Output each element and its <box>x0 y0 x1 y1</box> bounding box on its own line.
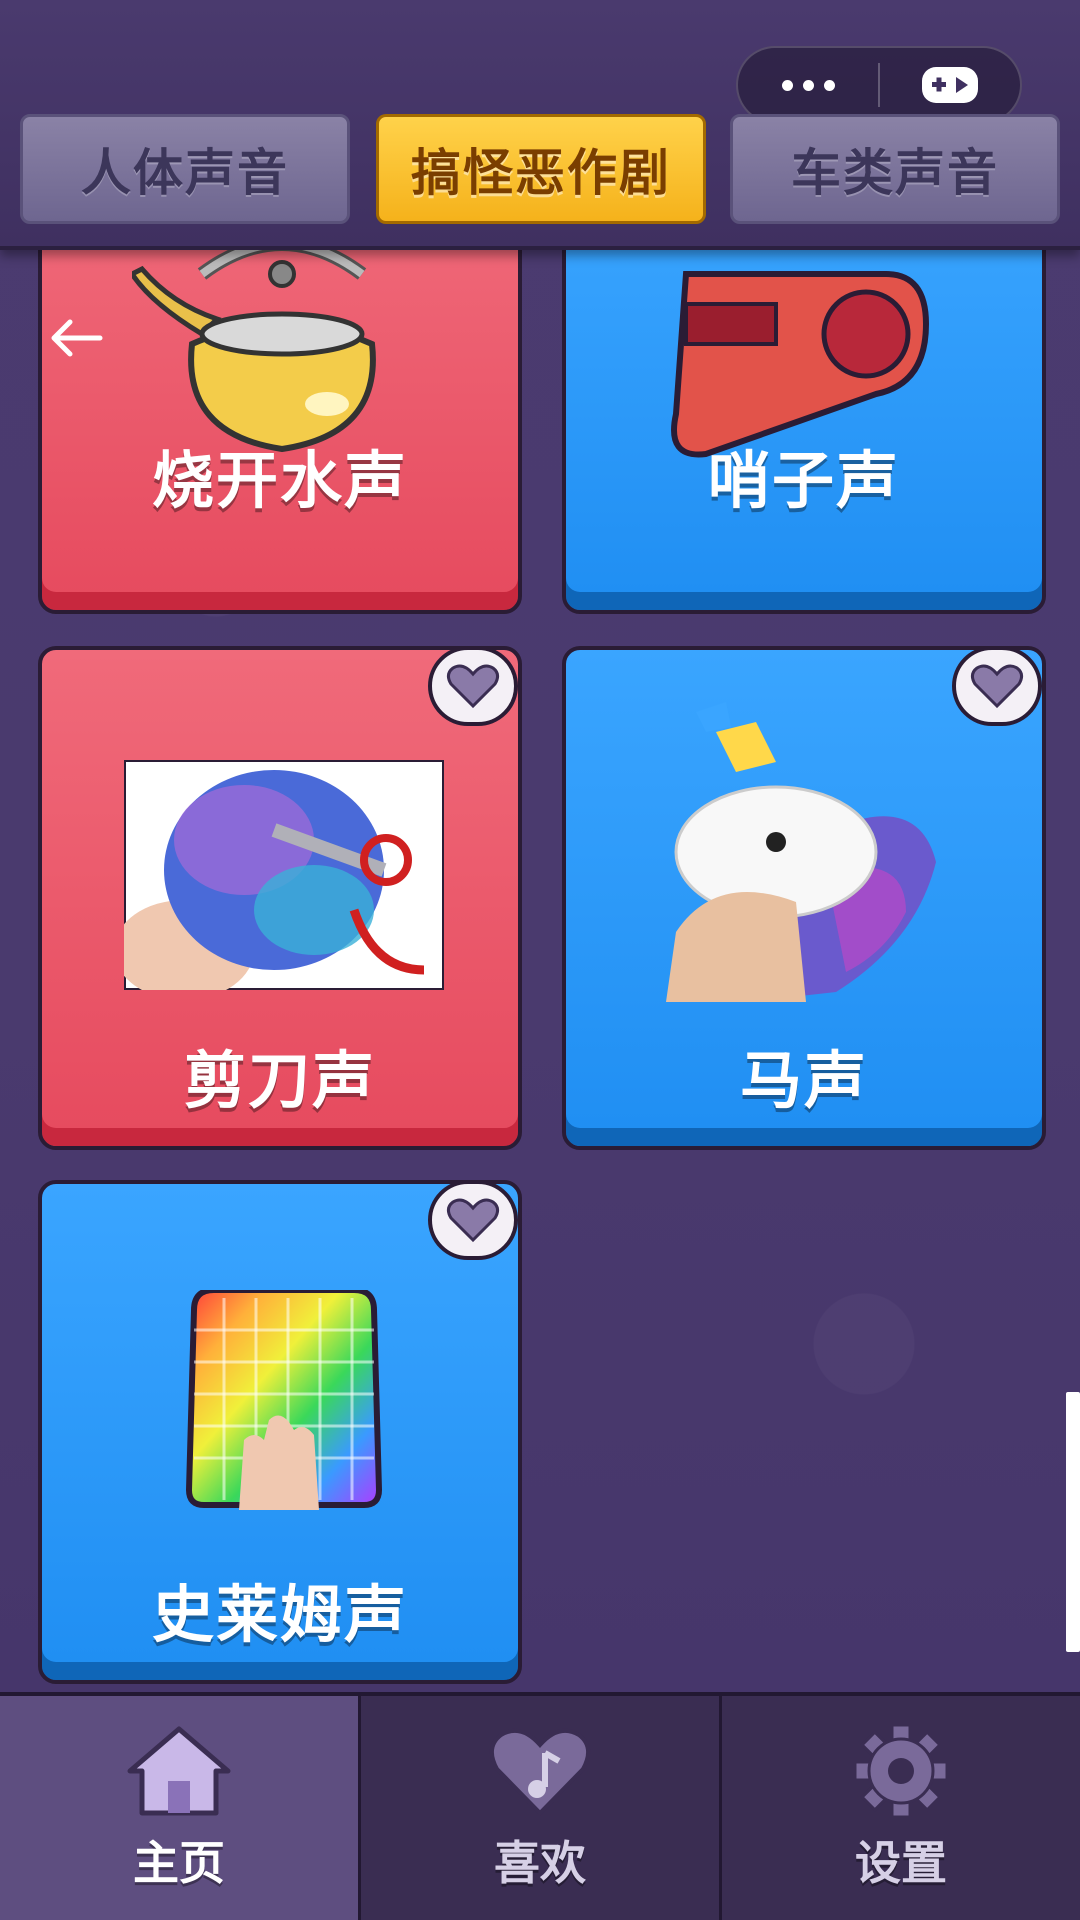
sound-card-slime[interactable]: 史莱姆声 <box>38 1180 522 1684</box>
card-label: 烧开水声 <box>151 444 408 517</box>
nav-label: 主页 <box>133 1836 225 1890</box>
sound-card-horse[interactable]: 马声 <box>562 646 1046 1150</box>
favorite-button[interactable] <box>428 1184 518 1260</box>
nav-label: 喜欢 <box>494 1836 586 1890</box>
rainbow-slime-icon <box>185 1290 383 1510</box>
nav-settings[interactable]: 设置 <box>722 1696 1080 1920</box>
home-icon <box>127 1726 231 1816</box>
back-arrow-icon[interactable] <box>48 318 104 358</box>
scrollbar-thumb[interactable] <box>1066 1392 1080 1652</box>
category-tabs: 人体声音 搞怪恶作剧 车类声音 <box>20 114 1060 226</box>
heart-icon <box>446 664 500 709</box>
nav-label: 设置 <box>855 1836 947 1890</box>
more-dots-icon <box>781 79 835 91</box>
favorite-button[interactable] <box>428 650 518 726</box>
nav-favorites[interactable]: 喜欢 <box>361 1696 722 1920</box>
sound-card-scissors[interactable]: 剪刀声 <box>38 646 522 1150</box>
heart-music-icon <box>489 1728 591 1816</box>
mini-program-capsule <box>736 46 1022 124</box>
card-label: 哨子声 <box>707 444 900 517</box>
tab-pranks[interactable]: 搞怪恶作剧 <box>376 114 706 224</box>
gamepad-icon <box>921 67 978 103</box>
nav-home[interactable]: 主页 <box>0 1696 361 1920</box>
heart-icon <box>970 664 1024 709</box>
card-label: 马声 <box>739 1044 868 1117</box>
more-button[interactable] <box>738 48 878 122</box>
tab-human-sounds[interactable]: 人体声音 <box>20 114 350 224</box>
unicorn-squishy-icon <box>666 702 936 1002</box>
bottom-nav: 主页 喜欢 设置 <box>0 1692 1080 1920</box>
favorite-button[interactable] <box>952 650 1042 726</box>
top-header: 人体声音 搞怪恶作剧 车类声音 <box>0 0 1080 250</box>
card-label: 剪刀声 <box>183 1044 376 1117</box>
heart-icon <box>446 1198 500 1243</box>
sound-card-whistle[interactable]: 哨子声 <box>562 190 1046 614</box>
game-button[interactable] <box>880 48 1020 122</box>
scissors-icon <box>124 760 444 990</box>
sound-card-kettle[interactable]: 烧开水声 <box>38 190 522 614</box>
card-label: 史莱姆声 <box>151 1578 408 1651</box>
tab-vehicle-sounds[interactable]: 车类声音 <box>730 114 1060 224</box>
gear-icon <box>853 1723 949 1819</box>
